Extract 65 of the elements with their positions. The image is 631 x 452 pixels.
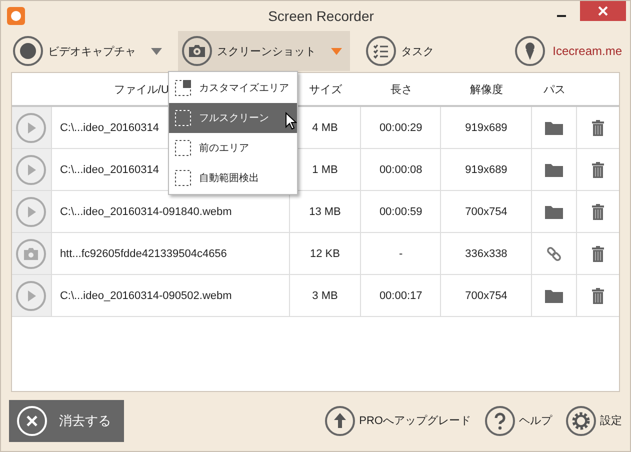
checklist-icon [366, 36, 396, 66]
file-name: C:\...ideo_20160314-091840.webm [60, 206, 232, 218]
duration: 00:00:17 [379, 290, 422, 302]
upload-icon [325, 406, 356, 436]
window-title: Screen Recorder [267, 8, 375, 24]
duration: - [399, 248, 403, 260]
folder-icon[interactable] [545, 162, 564, 176]
file-size: 12 KB [310, 248, 340, 260]
close-button[interactable] [580, 1, 626, 21]
clear-icon [17, 406, 47, 436]
trash-icon[interactable] [592, 204, 604, 220]
toolbar-button[interactable]: スクリーンショット [178, 31, 350, 71]
resolution: 700x754 [465, 206, 508, 218]
duration: 00:00:59 [379, 206, 422, 218]
caret-icon [331, 48, 342, 54]
link-icon[interactable] [546, 246, 562, 262]
toolbar-button[interactable]: ビデオキャプチャ [9, 31, 166, 71]
help-icon [485, 406, 515, 436]
caret-icon [151, 48, 162, 54]
fullscreen-icon [175, 110, 191, 126]
trash-icon[interactable] [592, 288, 604, 304]
column-header: 解像度 [470, 82, 504, 96]
resolution: 919x689 [465, 122, 508, 134]
file-size: 3 MB [312, 290, 338, 302]
duration: 00:00:08 [379, 164, 422, 176]
area-select-icon [175, 80, 191, 96]
footer-button[interactable]: ヘルプ [485, 406, 552, 436]
camera-icon [182, 36, 212, 66]
column-header: 長さ [390, 82, 412, 96]
resolution: 919x689 [465, 164, 508, 176]
folder-icon[interactable] [545, 288, 564, 302]
file-name: C:\...ideo_20160314 [60, 164, 160, 176]
resolution: 700x754 [465, 290, 508, 302]
trash-icon[interactable] [592, 120, 604, 136]
resolution: 336x338 [465, 248, 508, 260]
clear-button[interactable]: 消去する [9, 400, 124, 442]
column-header: パス [544, 82, 566, 96]
file-size: 4 MB [312, 122, 338, 134]
website-link[interactable]: Icecream.me [552, 44, 622, 58]
folder-icon[interactable] [545, 204, 564, 218]
close-icon [598, 6, 608, 16]
app-logo-icon [7, 7, 25, 25]
record-icon [13, 36, 43, 66]
dashed-square-icon [175, 140, 191, 156]
folder-icon[interactable] [545, 120, 564, 134]
menu-item[interactable]: 前のエリア [169, 133, 297, 163]
file-name: C:\...ideo_20160314-090502.webm [60, 290, 232, 302]
trash-icon[interactable] [592, 246, 604, 262]
toolbar-button[interactable]: タスク [362, 31, 438, 71]
menu-item[interactable]: カスタマイズエリア [169, 73, 297, 103]
menu-item[interactable]: フルスクリーン [169, 103, 297, 133]
file-name: htt...fc92605fdde421339504c4656 [60, 248, 227, 260]
file-size: 13 MB [309, 206, 341, 218]
dashed-square-icon [175, 170, 191, 186]
column-header: サイズ [309, 82, 342, 96]
settings-icon [566, 406, 596, 436]
menu-item[interactable]: 自動範囲検出 [169, 163, 297, 193]
footer-button[interactable]: 設定 [566, 406, 622, 436]
file-name: C:\...ideo_20160314 [60, 122, 160, 134]
ice-cream-icon[interactable] [514, 36, 545, 66]
footer-button[interactable]: PROへアップグレード [325, 406, 471, 436]
duration: 00:00:29 [379, 122, 422, 134]
file-size: 1 MB [312, 164, 338, 176]
trash-icon[interactable] [592, 162, 604, 178]
column-header: ファイル/U [114, 82, 169, 96]
